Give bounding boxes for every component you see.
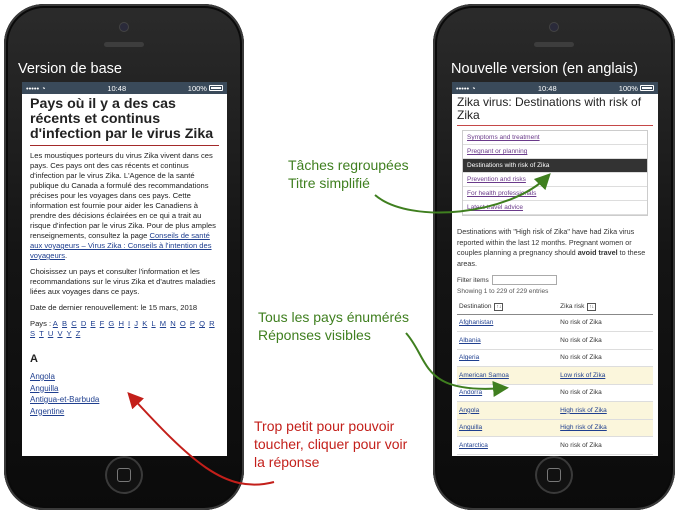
arrow-too-small — [127, 392, 275, 486]
annotation-arrows — [127, 173, 551, 486]
arrow-all-countries — [405, 332, 509, 397]
arrow-grouped-tasks — [374, 173, 551, 214]
